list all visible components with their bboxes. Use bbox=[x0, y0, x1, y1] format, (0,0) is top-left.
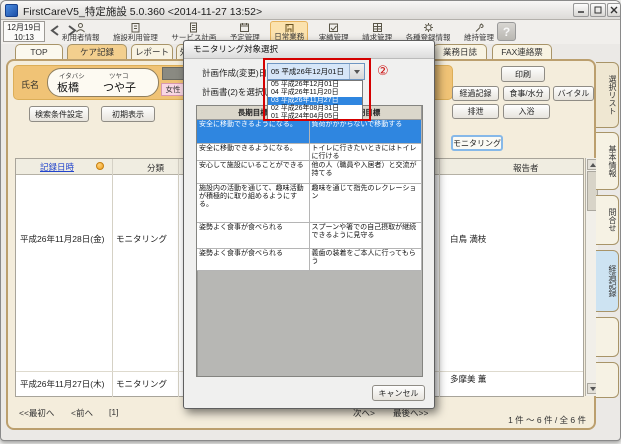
goal-row[interactable]: 姿勢よく食事が食べられる 義歯の装着をご本人に行ってもらう bbox=[197, 249, 422, 271]
goal-row[interactable]: 安全に移動できるようになる。 トイレに行きたいときにはトイレに行ける bbox=[197, 144, 422, 161]
toolbar-item-maintenance[interactable]: 維持管理 bbox=[461, 21, 497, 43]
clock-date: 12月19日 bbox=[4, 23, 44, 33]
chevron-down-icon[interactable] bbox=[349, 64, 364, 79]
side-tab-selection-list[interactable]: 選択リスト bbox=[596, 62, 619, 128]
record-reporter: 多摩美 薫 bbox=[450, 373, 486, 385]
tab-work-diary[interactable]: 業務日誌 bbox=[433, 44, 487, 60]
toolbar-item-facility[interactable]: 施設利用管理 bbox=[110, 21, 161, 43]
grid-icon bbox=[372, 22, 383, 33]
tab-fax[interactable]: FAX連絡票 bbox=[492, 44, 552, 60]
clock-time: 10:13 bbox=[4, 33, 44, 43]
goal-row[interactable]: 安全に移動できるようになる。 負荷がかからないで移動する bbox=[197, 120, 422, 144]
record-datetime: 平成26年11月28日(金) bbox=[20, 233, 104, 245]
meal-hydration-button[interactable]: 食事/水分 bbox=[503, 86, 550, 101]
combobox-value: 05 平成26年12月01日 bbox=[268, 66, 349, 77]
calendar-icon bbox=[239, 22, 250, 33]
notebook-icon bbox=[284, 23, 295, 32]
wrench-icon bbox=[474, 22, 485, 33]
side-tab-basic-info[interactable]: 基本情報 bbox=[596, 132, 619, 190]
column-divider bbox=[439, 159, 440, 397]
print-button[interactable]: 印刷 bbox=[501, 66, 545, 82]
goal-row[interactable]: 安心して施設にいることができる 他の人（職員や入居者）と交流が持てる bbox=[197, 161, 422, 184]
plan-date-label: 計画作成(変更)日 bbox=[202, 67, 267, 79]
record-count: 1 件 ～ 6 件 / 全 6 件 bbox=[436, 414, 586, 426]
dropdown-option[interactable]: 05 平成26年12月01日 bbox=[268, 81, 362, 89]
record-category: モニタリング bbox=[116, 233, 167, 245]
record-datetime: 平成26年11月27日(木) bbox=[20, 378, 104, 390]
gear-icon bbox=[423, 22, 434, 33]
side-tab-progress-record[interactable]: 経過記録 bbox=[596, 250, 619, 312]
maximize-icon bbox=[594, 6, 602, 14]
record-reporter: 白鳥 満枝 bbox=[450, 233, 486, 245]
minimize-icon bbox=[577, 6, 585, 14]
pager-page: [1] bbox=[109, 407, 118, 417]
plan-date-dropdown-list: 05 平成26年12月01日 04 平成26年11月20日 03 平成26年11… bbox=[267, 80, 363, 120]
dropdown-option[interactable]: 04 平成26年11月20日 bbox=[268, 89, 362, 97]
column-divider bbox=[112, 159, 113, 397]
sort-by-datetime-link[interactable]: 記録日時 bbox=[40, 159, 74, 174]
initial-display-button[interactable]: 初期表示 bbox=[101, 106, 155, 122]
plan-date-combobox[interactable]: 05 平成26年12月01日 bbox=[267, 63, 365, 80]
patient-photo-placeholder bbox=[162, 67, 184, 80]
user-icon bbox=[75, 22, 86, 33]
dropdown-option-selected[interactable]: 03 平成26年11月27日 bbox=[268, 97, 362, 105]
tab-report[interactable]: レポート bbox=[131, 44, 173, 60]
title-bar: FirstCareV5_特定施設 5.0.360 <2014-11-27 13:… bbox=[1, 1, 621, 20]
bath-button[interactable]: 入浴 bbox=[503, 104, 550, 119]
column-divider bbox=[178, 159, 179, 397]
pager-prev[interactable]: <前へ bbox=[71, 407, 93, 419]
tab-care-record[interactable]: ケア記録 bbox=[67, 44, 127, 60]
tab-top[interactable]: TOP bbox=[15, 44, 63, 60]
dropdown-option[interactable]: 01 平成24年04月05日 bbox=[268, 113, 362, 121]
maximize-button[interactable] bbox=[590, 3, 606, 17]
sort-icon[interactable] bbox=[96, 162, 104, 170]
gender-badge: 女性 bbox=[161, 83, 185, 96]
building-icon bbox=[130, 22, 141, 33]
close-icon bbox=[610, 6, 618, 14]
reporter-header: 報告者 bbox=[513, 162, 539, 174]
clock-display: 12月19日 10:13 bbox=[3, 21, 45, 42]
dropdown-option[interactable]: 02 平成26年08月31日 bbox=[268, 105, 362, 113]
goal-row[interactable]: 姿勢よく食事が食べられる スプーンや箸での自己摂取が継続できるように見守る bbox=[197, 223, 422, 249]
pager-first[interactable]: <<最初へ bbox=[19, 407, 54, 419]
toolbar-item-users[interactable]: 利用者情報 bbox=[59, 21, 103, 43]
side-tab-blank[interactable] bbox=[596, 317, 619, 357]
dialog-title: モニタリング対象選択 bbox=[184, 41, 434, 59]
side-tab-inquiry[interactable]: 問合せ bbox=[596, 195, 619, 245]
app-window: FirstCareV5_特定施設 5.0.360 <2014-11-27 13:… bbox=[0, 0, 621, 441]
results-calendar-icon bbox=[328, 22, 339, 33]
progress-record-button[interactable]: 経過記録 bbox=[452, 86, 499, 101]
name-label: 氏名 bbox=[21, 78, 39, 91]
cancel-button[interactable]: キャンセル bbox=[372, 385, 425, 401]
search-conditions-button[interactable]: 検索条件設定 bbox=[29, 106, 89, 122]
goals-table: 長期目標 短期目標 安全に移動できるようになる。 負荷がかからないで移動する 安… bbox=[196, 105, 423, 377]
record-category: モニタリング bbox=[116, 378, 167, 390]
app-icon bbox=[5, 4, 18, 17]
minimize-button[interactable] bbox=[573, 3, 589, 17]
goal-row[interactable]: 施設内の活動を通じて、趣味活動が積極的に取り組めるようにする。 趣味を通じて指先… bbox=[197, 184, 422, 223]
patient-name-first: つや子 bbox=[103, 79, 136, 95]
document-icon bbox=[188, 22, 199, 33]
monitoring-button[interactable]: モニタリング bbox=[451, 135, 503, 151]
monitoring-target-dialog: モニタリング対象選択 計画作成(変更)日 05 平成26年12月01日 計画書(… bbox=[183, 40, 435, 409]
window-title: FirstCareV5_特定施設 5.0.360 <2014-11-27 13:… bbox=[23, 4, 262, 19]
excretion-button[interactable]: 排泄 bbox=[452, 104, 499, 119]
vital-button[interactable]: バイタル bbox=[553, 86, 594, 101]
category-header: 分類 bbox=[147, 162, 164, 174]
close-button[interactable] bbox=[607, 3, 621, 17]
annotation-marker: ② bbox=[377, 63, 389, 79]
side-tab-blank[interactable] bbox=[596, 362, 619, 398]
help-button[interactable]: ? bbox=[497, 22, 516, 41]
patient-name-last: 板橋 bbox=[57, 79, 79, 95]
